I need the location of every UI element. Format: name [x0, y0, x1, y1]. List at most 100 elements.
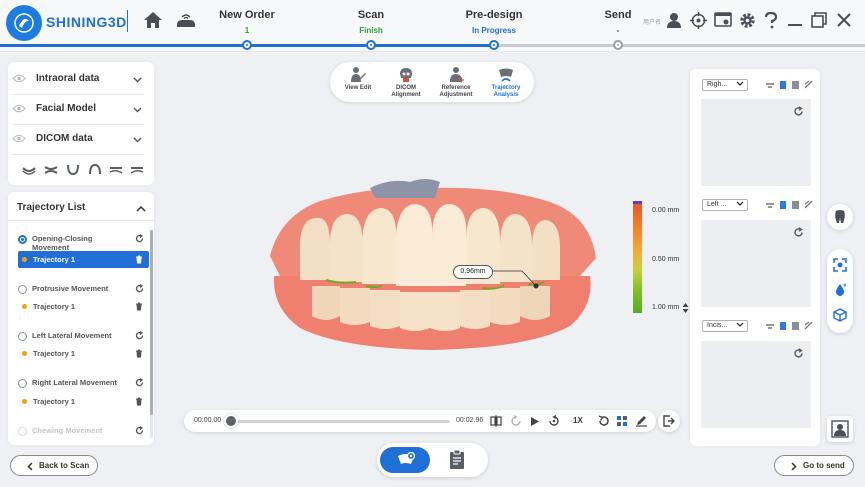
movement-radio[interactable] — [18, 235, 27, 244]
view-select-right[interactable]: Righ... — [702, 79, 748, 91]
playback-track[interactable] — [232, 420, 450, 423]
back-to-scan-button[interactable]: Back to Scan — [10, 455, 98, 476]
tool-dicom-alignment[interactable]: DICOM Alignment — [381, 66, 431, 98]
data-row-facial[interactable]: Facial Model — [8, 95, 146, 123]
home-icon[interactable] — [143, 11, 163, 31]
view-select-value: Left ... — [707, 201, 727, 208]
tooth-view-button[interactable] — [827, 204, 853, 230]
upper-arch-icon[interactable] — [22, 165, 36, 175]
eye-hidden-icon[interactable] — [12, 104, 26, 115]
face-view-button[interactable] — [827, 416, 853, 442]
chevron-up-icon[interactable] — [136, 204, 146, 214]
measurement-label[interactable]: 0.96mm — [453, 265, 493, 279]
refresh-icon[interactable] — [135, 378, 144, 389]
tool-view-edit[interactable]: View Edit — [333, 66, 383, 92]
user-icon[interactable] — [666, 12, 682, 30]
step-predesign-label[interactable]: Pre-design — [449, 9, 539, 21]
step-new-order-label[interactable]: New Order — [202, 9, 292, 21]
trash-icon[interactable] — [135, 255, 143, 266]
trajectory-row[interactable]: Trajectory 1 — [18, 298, 149, 315]
reset-icon[interactable] — [598, 415, 610, 427]
tool-reference-adjustment[interactable]: Reference Adjustment — [431, 66, 481, 98]
refresh-icon[interactable] — [135, 426, 144, 437]
report-mode-button[interactable] — [448, 449, 466, 473]
play-icon[interactable] — [530, 416, 540, 427]
upper-front-icon[interactable] — [89, 164, 101, 175]
step-back-icon[interactable] — [510, 415, 522, 427]
trajectory-label: Trajectory 1 — [33, 397, 76, 406]
view-tool-icons[interactable] — [765, 80, 813, 90]
exit-playback-button[interactable] — [658, 410, 680, 432]
data-row-label: Facial Model — [36, 103, 97, 114]
chevron-down-icon[interactable] — [133, 135, 142, 145]
screen-record-icon[interactable] — [714, 12, 732, 30]
dental-model-render[interactable] — [260, 176, 600, 354]
eye-hidden-icon[interactable] — [12, 134, 26, 145]
trajectory-row[interactable]: Trajectory 1 — [18, 251, 149, 268]
step-send-node[interactable] — [613, 40, 623, 50]
close-icon[interactable] — [836, 12, 852, 30]
trajectory-mode-button[interactable] — [380, 447, 430, 473]
tooth-icon — [835, 210, 845, 223]
step-scan-node[interactable] — [366, 40, 376, 50]
lower-front-icon[interactable] — [67, 164, 79, 175]
trajectory-row[interactable]: Trajectory 1 — [18, 393, 149, 410]
refresh-icon[interactable] — [793, 348, 804, 361]
data-row-intraoral[interactable]: Intraoral data — [8, 65, 146, 93]
refresh-icon[interactable] — [135, 284, 144, 295]
refresh-icon[interactable] — [793, 106, 804, 119]
brand-logo — [6, 5, 42, 41]
movement-radio[interactable] — [18, 285, 27, 294]
chevron-right-icon — [791, 462, 797, 471]
step-scan-label[interactable]: Scan — [326, 9, 416, 21]
edit-trajectory-icon[interactable] — [635, 414, 648, 427]
tool-trajectory-analysis[interactable]: Trajectory Analysis — [481, 66, 531, 98]
skull-icon — [400, 68, 412, 82]
left-side-icon[interactable] — [109, 165, 123, 175]
movement-label: Chewing Movement — [32, 426, 103, 435]
view-tool-icons[interactable] — [765, 321, 813, 331]
movement-radio[interactable] — [18, 332, 27, 341]
view-tool-icons[interactable] — [765, 200, 813, 210]
trajectory-row[interactable]: Trajectory 1 — [18, 345, 149, 362]
trajectory-display-icon[interactable] — [616, 415, 628, 427]
playback-speed[interactable]: 1X — [573, 416, 583, 425]
split-view-icon[interactable] — [490, 415, 502, 427]
help-icon[interactable] — [764, 11, 778, 31]
eye-hidden-icon[interactable] — [12, 74, 26, 85]
trash-icon[interactable] — [135, 397, 143, 408]
step-new-order-node[interactable] — [242, 40, 252, 50]
scrollbar-thumb[interactable] — [150, 230, 153, 415]
target-icon[interactable] — [690, 12, 707, 31]
right-side-icon[interactable] — [130, 165, 144, 175]
step-predesign-node[interactable] — [489, 40, 499, 50]
step-send-status: - — [616, 26, 620, 35]
cloud-device-icon[interactable] — [175, 11, 197, 31]
minimize-icon[interactable] — [787, 19, 803, 29]
gear-icon[interactable] — [739, 12, 756, 31]
both-arches-icon[interactable] — [44, 165, 58, 175]
playback-scrubber[interactable] — [224, 414, 238, 428]
fit-view-icon[interactable] — [833, 258, 847, 272]
step-forward-icon[interactable] — [548, 415, 560, 427]
transparency-drop-icon[interactable] — [834, 283, 846, 297]
view-select-incisal[interactable]: Incis... — [702, 320, 748, 332]
playback-bar: 00:00.00 00:02.96 1X — [184, 410, 656, 432]
legend-range-stepper-icon[interactable] — [682, 302, 689, 316]
restore-icon[interactable] — [811, 12, 827, 30]
step-scan-status: Finish — [359, 26, 383, 35]
go-to-send-button[interactable]: Go to send — [774, 455, 854, 476]
refresh-icon[interactable] — [135, 234, 144, 245]
chevron-down-icon[interactable] — [133, 75, 142, 85]
view-select-left[interactable]: Left ... — [702, 199, 748, 211]
movement-radio[interactable] — [18, 379, 27, 388]
trash-icon[interactable] — [135, 302, 143, 313]
legend-top-label: 0.00 mm — [652, 207, 680, 214]
refresh-icon[interactable] — [135, 331, 144, 342]
refresh-icon[interactable] — [793, 227, 804, 240]
step-new-order-status: 1 — [244, 26, 250, 35]
data-row-dicom[interactable]: DICOM data — [8, 125, 146, 153]
chevron-down-icon[interactable] — [133, 105, 142, 115]
cube-icon[interactable] — [833, 308, 847, 322]
trash-icon[interactable] — [135, 349, 143, 360]
